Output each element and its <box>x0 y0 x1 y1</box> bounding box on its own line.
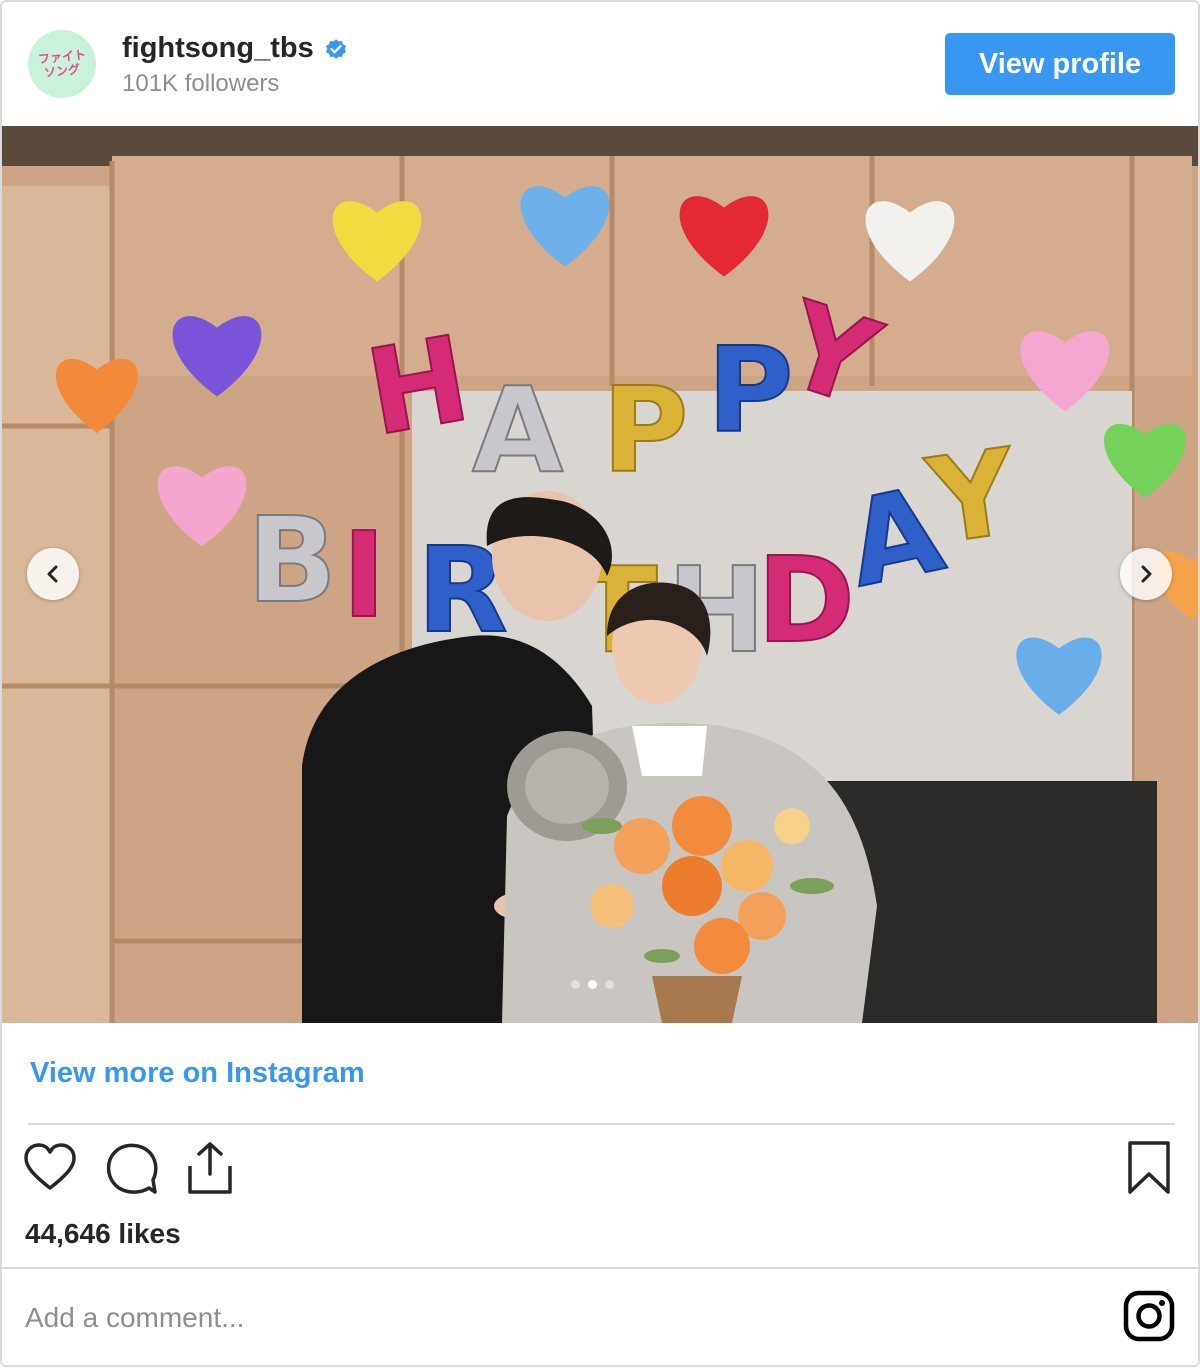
carousel-next-button[interactable] <box>1120 548 1172 600</box>
carousel-dots <box>571 980 614 989</box>
svg-text:B: B <box>247 491 337 629</box>
view-profile-button[interactable]: View profile <box>945 33 1175 95</box>
carousel-dot[interactable] <box>605 980 614 989</box>
chevron-left-icon <box>47 565 58 583</box>
post-photo[interactable]: H A P P Y B I R T H D A Y <box>2 126 1198 1023</box>
view-more-on-instagram-link[interactable]: View more on Instagram <box>30 1057 365 1090</box>
svg-text:D: D <box>757 531 855 669</box>
action-bar <box>2 1140 1198 1202</box>
share-icon[interactable] <box>182 1140 238 1196</box>
photo-illustration: H A P P Y B I R T H D A Y <box>2 126 1198 1023</box>
verified-badge-icon <box>325 38 346 59</box>
divider <box>28 1123 1175 1125</box>
avatar[interactable]: ファイト ソング <box>28 30 96 98</box>
divider <box>2 1267 1198 1269</box>
follower-count: 101K followers <box>122 70 280 97</box>
carousel-dot[interactable] <box>571 980 580 989</box>
svg-text:I: I <box>342 506 386 644</box>
heart-icon[interactable] <box>22 1140 78 1196</box>
instagram-embed-card: ファイト ソング fightsong_tbs 101K followers Vi… <box>0 0 1200 1367</box>
username-row: fightsong_tbs <box>122 32 348 65</box>
avatar-text-line2: ソング <box>43 62 81 80</box>
svg-text:A: A <box>472 361 563 499</box>
username[interactable]: fightsong_tbs <box>122 32 314 65</box>
carousel-prev-button[interactable] <box>27 548 79 600</box>
post-header: ファイト ソング fightsong_tbs 101K followers Vi… <box>2 2 1198 124</box>
svg-text:P: P <box>602 361 688 499</box>
instagram-logo-icon[interactable] <box>1122 1289 1176 1343</box>
chevron-right-icon <box>1141 565 1152 583</box>
bookmark-icon[interactable] <box>1122 1140 1178 1196</box>
comment-input[interactable] <box>25 1296 1025 1340</box>
carousel-dot-active[interactable] <box>588 980 597 989</box>
like-count[interactable]: 44,646 likes <box>25 1218 181 1250</box>
comment-icon[interactable] <box>103 1140 159 1196</box>
